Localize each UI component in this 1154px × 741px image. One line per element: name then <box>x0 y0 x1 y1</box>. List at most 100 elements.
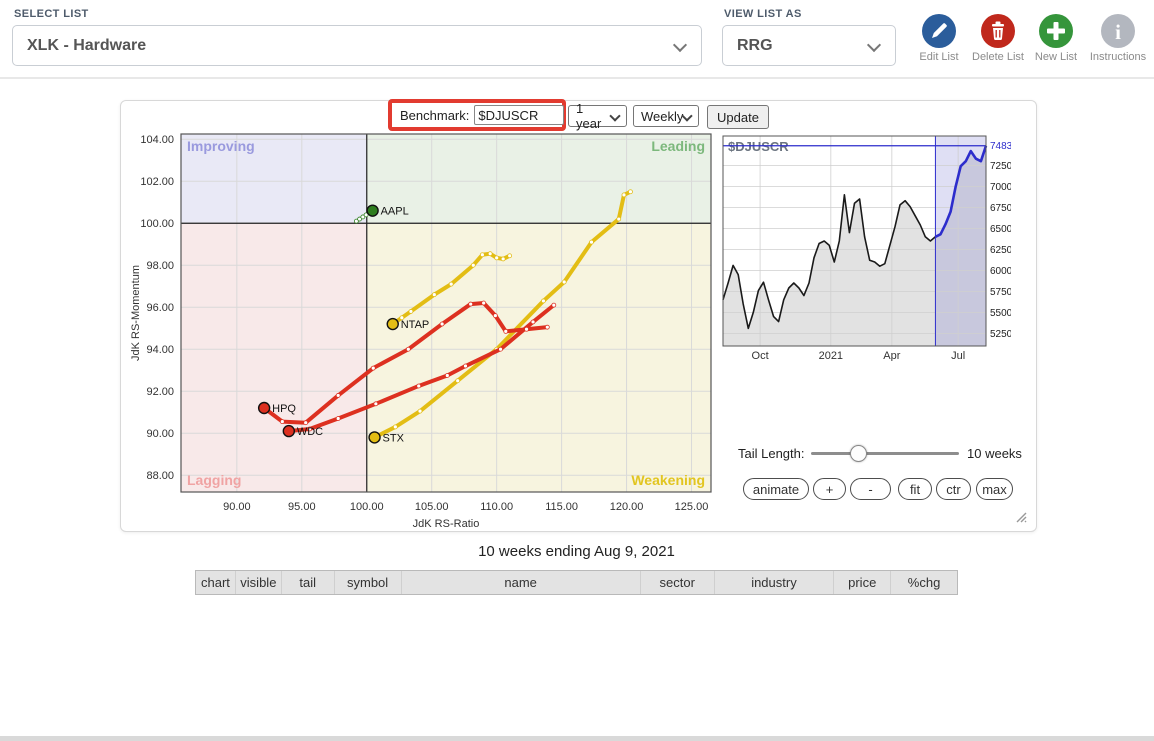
rrg-chart: 90.0095.00100.00105.00110.00115.00120.00… <box>126 129 726 531</box>
instructions-button[interactable]: i Instructions <box>1086 14 1150 63</box>
tail-length-slider-handle[interactable] <box>850 445 867 462</box>
svg-text:125.00: 125.00 <box>675 501 709 513</box>
svg-text:110.00: 110.00 <box>480 501 513 513</box>
rrg-label-NTAP: NTAP <box>401 319 430 331</box>
fit-button[interactable]: fit <box>898 478 932 500</box>
tail-length-slider-track[interactable] <box>811 452 959 455</box>
svg-text:7250: 7250 <box>990 161 1011 172</box>
svg-text:96.00: 96.00 <box>146 302 174 314</box>
edit-list-label: Edit List <box>907 51 971 63</box>
view-list-as-label: VIEW LIST AS <box>724 8 802 20</box>
column-header-sector: sector <box>641 571 715 594</box>
chevron-down-icon <box>867 38 881 52</box>
select-list-value: XLK - Hardware <box>27 37 146 55</box>
benchmark-input[interactable] <box>474 105 564 125</box>
update-button[interactable]: Update <box>707 105 769 129</box>
minus-button[interactable]: - <box>850 478 891 500</box>
column-header-tail: tail <box>282 571 335 594</box>
svg-text:5500: 5500 <box>990 308 1011 319</box>
svg-text:104.00: 104.00 <box>140 134 174 146</box>
svg-text:6750: 6750 <box>990 203 1011 214</box>
svg-text:102.00: 102.00 <box>140 176 174 188</box>
page-bottom-bar <box>0 736 1154 741</box>
view-list-as-value: RRG <box>737 37 773 55</box>
rrg-dot-AAPL[interactable] <box>367 205 378 216</box>
svg-text:i: i <box>1115 20 1121 44</box>
rrg-dot-STX[interactable] <box>369 432 380 443</box>
svg-text:100.00: 100.00 <box>140 218 174 230</box>
chevron-down-icon <box>673 38 687 52</box>
svg-text:120.00: 120.00 <box>610 501 644 513</box>
svg-text:Apr: Apr <box>883 350 900 361</box>
svg-text:7000: 7000 <box>990 182 1011 193</box>
svg-text:95.00: 95.00 <box>288 501 316 513</box>
svg-text:88.00: 88.00 <box>146 470 174 482</box>
ctr-button[interactable]: ctr <box>936 478 971 500</box>
new-list-button[interactable]: New List <box>1024 14 1088 63</box>
resize-handle[interactable] <box>1014 510 1027 523</box>
svg-text:115.00: 115.00 <box>545 501 578 513</box>
view-list-as-dropdown[interactable]: RRG <box>722 25 896 66</box>
animate-button[interactable]: animate <box>743 478 809 500</box>
table-header-row: chartvisibletailsymbolnamesectorindustry… <box>196 571 957 594</box>
tail-length-label: Tail Length: <box>738 446 805 461</box>
benchmark-mini-chart: 525055005750600062506500675070007250Oct2… <box>719 133 1011 361</box>
select-list-dropdown[interactable]: XLK - Hardware <box>12 25 702 66</box>
column-header-visible: visible <box>236 571 282 594</box>
column-header-chg: %chg <box>891 571 957 594</box>
svg-text:JdK RS-Momentum: JdK RS-Momentum <box>130 265 142 361</box>
svg-text:Lagging: Lagging <box>187 472 241 488</box>
svg-text:JdK RS-Ratio: JdK RS-Ratio <box>413 518 480 530</box>
benchmark-label: Benchmark: <box>400 108 469 123</box>
new-list-label: New List <box>1024 51 1088 63</box>
column-header-industry: industry <box>715 571 835 594</box>
rrg-label-WDC: WDC <box>297 426 323 438</box>
rrg-dot-NTAP[interactable] <box>387 319 398 330</box>
svg-text:2021: 2021 <box>819 350 843 361</box>
rrg-label-HPQ: HPQ <box>272 403 296 415</box>
pencil-icon <box>922 14 956 48</box>
svg-text:Jul: Jul <box>951 350 965 361</box>
edit-list-button[interactable]: Edit List <box>907 14 971 63</box>
svg-text:92.00: 92.00 <box>146 386 174 398</box>
column-header-name: name <box>402 571 641 594</box>
rrg-app: SELECT LIST XLK - Hardware VIEW LIST AS … <box>0 0 1154 741</box>
svg-text:Oct: Oct <box>752 350 769 361</box>
rrg-dot-HPQ[interactable] <box>259 403 270 414</box>
svg-text:6000: 6000 <box>990 266 1011 277</box>
period-value: 1 year <box>576 101 606 131</box>
select-list-label: SELECT LIST <box>14 8 89 20</box>
rrg-label-STX: STX <box>383 432 405 444</box>
column-header-price: price <box>834 571 891 594</box>
trash-icon <box>981 14 1015 48</box>
delete-list-label: Delete List <box>966 51 1030 63</box>
delete-list-button[interactable]: Delete List <box>966 14 1030 63</box>
tail-length-value: 10 weeks <box>967 446 1022 461</box>
frequency-value: Weekly <box>641 109 683 124</box>
svg-text:Leading: Leading <box>651 138 705 154</box>
benchmark-highlight-box: Benchmark: <box>388 99 566 131</box>
svg-text:94.00: 94.00 <box>146 344 174 356</box>
header-divider <box>0 77 1154 79</box>
info-icon: i <box>1101 14 1135 48</box>
mini-chart-last-value: 7483.54 <box>990 141 1011 152</box>
instructions-label: Instructions <box>1086 51 1150 63</box>
rrg-panel: Benchmark: 1 year Weekly Update 90.00 95.… <box>120 100 1037 532</box>
svg-text:5250: 5250 <box>990 329 1011 340</box>
max-button[interactable]: max <box>976 478 1013 500</box>
rrg-dot-WDC[interactable] <box>283 426 294 437</box>
symbols-table: chartvisibletailsymbolnamesectorindustry… <box>195 570 958 595</box>
svg-text:Improving: Improving <box>187 138 255 154</box>
svg-text:98.00: 98.00 <box>146 260 174 272</box>
svg-text:6250: 6250 <box>990 245 1011 256</box>
chevron-down-icon <box>609 110 620 121</box>
period-dropdown[interactable]: 1 year <box>568 105 627 127</box>
column-header-symbol: symbol <box>335 571 402 594</box>
plus-button[interactable]: + <box>813 478 846 500</box>
mini-chart-title: $DJUSCR <box>728 139 789 154</box>
svg-text:5750: 5750 <box>990 287 1011 298</box>
plus-icon <box>1039 14 1073 48</box>
table-caption: 10 weeks ending Aug 9, 2021 <box>195 543 958 560</box>
frequency-dropdown[interactable]: Weekly <box>633 105 699 127</box>
svg-text:90.00: 90.00 <box>223 501 251 513</box>
